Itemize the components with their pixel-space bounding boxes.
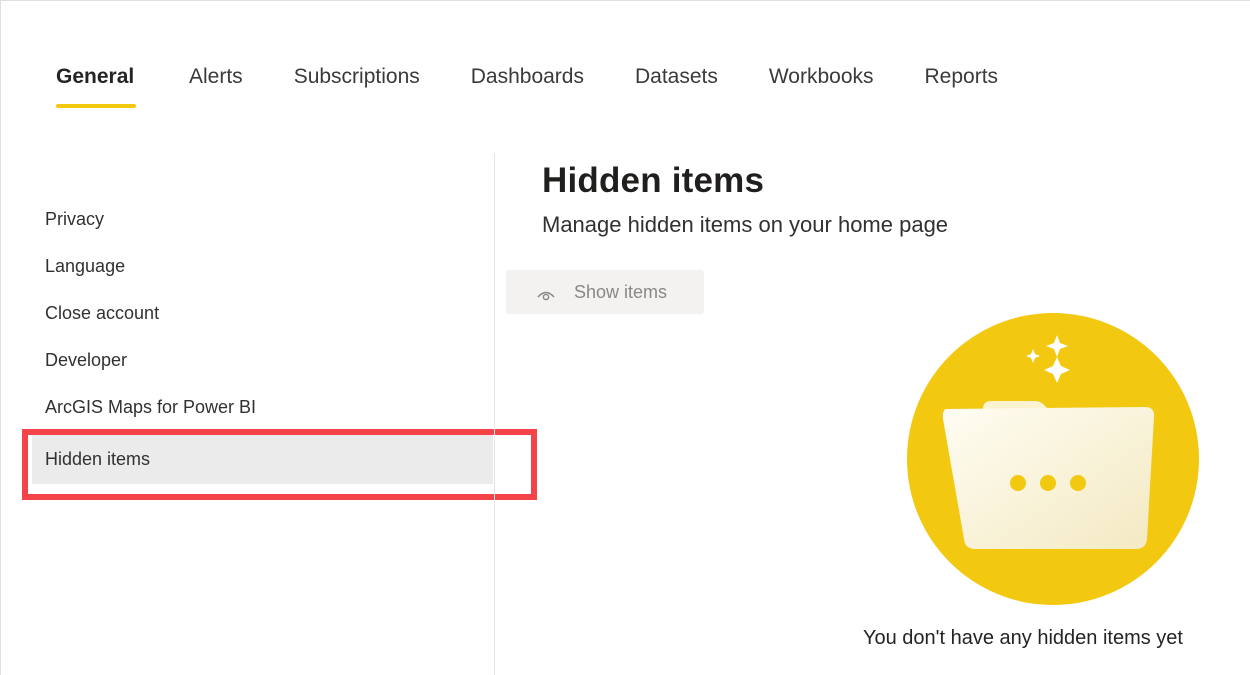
sidebar-item-developer[interactable]: Developer — [32, 337, 493, 384]
tab-dashboards[interactable]: Dashboards — [471, 63, 584, 108]
eye-icon — [536, 285, 556, 301]
tab-workbooks[interactable]: Workbooks — [769, 63, 874, 108]
sidebar-item-arcgis-maps[interactable]: ArcGIS Maps for Power BI — [32, 384, 493, 431]
sidebar-item-hidden-items[interactable]: Hidden items — [32, 434, 493, 484]
tab-alerts[interactable]: Alerts — [189, 63, 243, 108]
settings-page: General Alerts Subscriptions Dashboards … — [0, 0, 1250, 675]
page-title: Hidden items — [542, 161, 765, 200]
show-items-button[interactable]: Show items — [506, 270, 704, 314]
tab-reports[interactable]: Reports — [925, 63, 999, 108]
show-items-label: Show items — [574, 281, 668, 302]
sidebar-item-language[interactable]: Language — [32, 243, 493, 290]
tab-general[interactable]: General — [56, 63, 136, 108]
folder-sparkle-icon — [907, 313, 1199, 605]
tab-subscriptions[interactable]: Subscriptions — [294, 63, 420, 108]
page-subtitle: Manage hidden items on your home page — [542, 212, 949, 237]
empty-state-message: You don't have any hidden items yet — [863, 627, 1183, 649]
settings-tabs: General Alerts Subscriptions Dashboards … — [56, 63, 998, 108]
sidebar-divider — [494, 153, 495, 675]
tab-datasets[interactable]: Datasets — [635, 63, 718, 108]
sidebar-item-close-account[interactable]: Close account — [32, 290, 493, 337]
settings-sidebar: Privacy Language Close account Developer… — [32, 196, 493, 484]
sidebar-item-privacy[interactable]: Privacy — [32, 196, 493, 243]
